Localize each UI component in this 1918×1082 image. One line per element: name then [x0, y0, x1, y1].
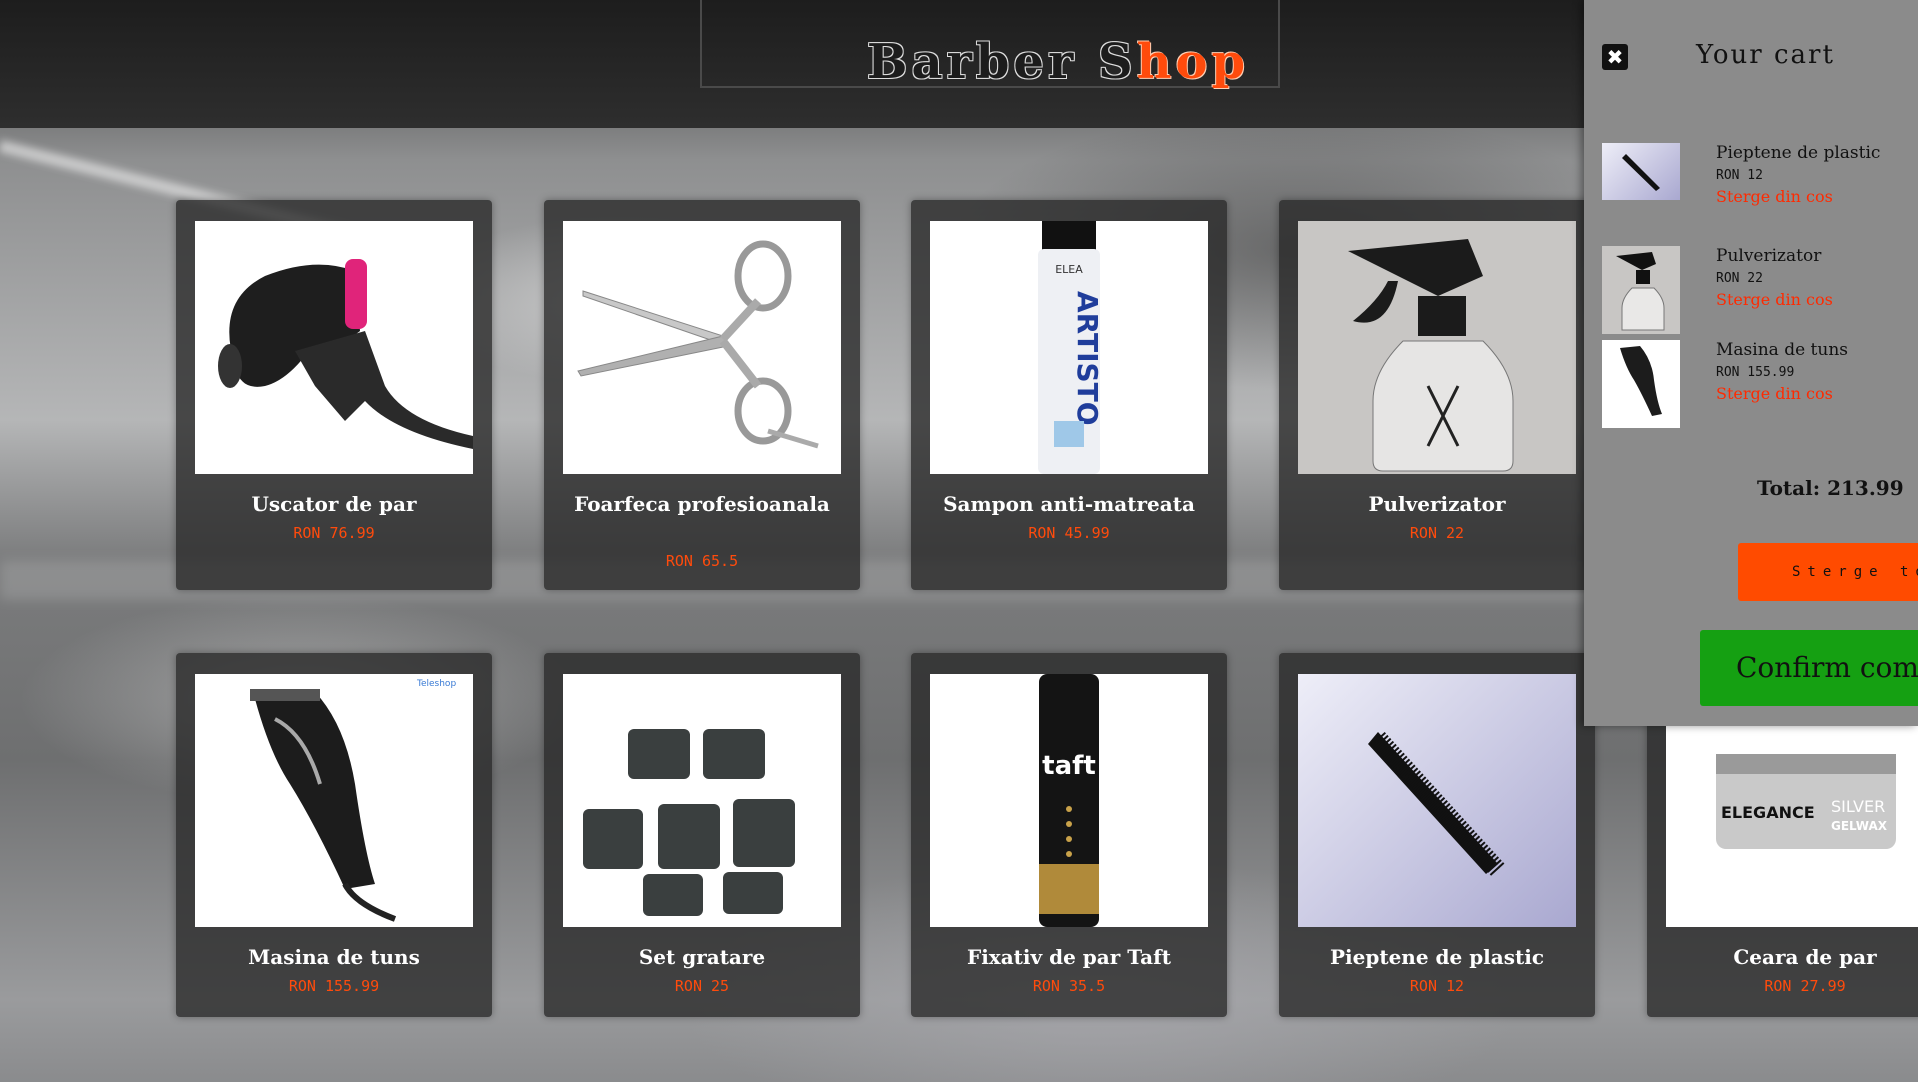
svg-text:GELWAX: GELWAX: [1831, 819, 1888, 833]
product-image-plastic-comb: [1298, 674, 1576, 927]
product-image-scissors: [563, 221, 841, 474]
cart-item: Pieptene de plastic RON 12 Sterge din co…: [1602, 143, 1918, 233]
svg-text:ELEA: ELEA: [1055, 263, 1083, 276]
svg-text:Teleshop: Teleshop: [416, 679, 456, 689]
clear-cart-button[interactable]: Sterge tot: [1738, 543, 1918, 601]
product-image-clipper-guards: [563, 674, 841, 927]
product-price: RON 155.99: [288, 977, 380, 995]
product-price: RON 45.99: [1028, 524, 1110, 542]
cart-item-price: RON 22: [1716, 271, 1763, 286]
cart-item-thumbnail: [1602, 143, 1680, 200]
cart-item-price: RON 12: [1716, 168, 1763, 183]
cart-item: Pulverizator RON 22 Sterge din cos: [1602, 246, 1918, 336]
close-icon[interactable]: ✖: [1602, 44, 1628, 70]
cart-item-thumbnail: [1602, 340, 1680, 428]
product-price: RON 76.99: [293, 524, 375, 542]
product-name: Ceara de par: [1733, 945, 1877, 969]
remove-from-cart-link[interactable]: Sterge din cos: [1716, 187, 1833, 206]
confirm-order-button[interactable]: Confirm comanda: [1700, 630, 1918, 706]
product-card[interactable]: taft Fixativ de par Taft RON 35.5: [911, 653, 1227, 1017]
remove-from-cart-link[interactable]: Sterge din cos: [1716, 290, 1833, 309]
product-card[interactable]: Pulverizator RON 22: [1279, 200, 1595, 590]
logo-text-part1: Barber S: [866, 34, 1137, 90]
product-image-hair-spray: taft: [930, 674, 1208, 927]
product-name: Masina de tuns: [248, 945, 420, 969]
logo-text-part2: hop: [1136, 34, 1250, 90]
product-card[interactable]: Teleshop Masina de tuns RON 155.99: [176, 653, 492, 1017]
remove-from-cart-link[interactable]: Sterge din cos: [1716, 384, 1833, 403]
product-name: Sampon anti-matreata: [943, 492, 1195, 516]
product-image-hair-dryer: [195, 221, 473, 474]
product-card[interactable]: Set gratare RON 25: [544, 653, 860, 1017]
svg-text:SILVER: SILVER: [1831, 797, 1885, 816]
cart-total: Total: 213.99: [1757, 476, 1904, 500]
cart-item-price: RON 155.99: [1716, 365, 1795, 380]
cart-item-name: Pulverizator: [1716, 246, 1822, 266]
cart-panel: ✖ Your cart Pieptene de plastic RON 12 S…: [1584, 0, 1918, 726]
product-image-spray-bottle: [1298, 221, 1576, 474]
product-image-shampoo: ELEA ARTISTO: [930, 221, 1208, 474]
product-price: RON 35.5: [1032, 977, 1106, 995]
product-price: RON 12: [1409, 977, 1465, 995]
cart-item: Masina de tuns RON 155.99 Sterge din cos: [1602, 340, 1918, 430]
product-card[interactable]: Pieptene de plastic RON 12: [1279, 653, 1595, 1017]
product-card[interactable]: Uscator de par RON 76.99: [176, 200, 492, 590]
product-name: Pulverizator: [1368, 492, 1506, 516]
product-price: RON 22: [1409, 524, 1465, 542]
product-name: Pieptene de plastic: [1329, 945, 1545, 969]
product-card[interactable]: Foarfeca profesioanala RON 65.5: [544, 200, 860, 590]
cart-title: Your cart: [1696, 40, 1835, 70]
product-price: RON 25: [674, 977, 730, 995]
product-price: RON 27.99: [1764, 977, 1846, 995]
cart-item-name: Pieptene de plastic: [1716, 143, 1881, 163]
cart-item-thumbnail: [1602, 246, 1680, 334]
product-card[interactable]: ELEA ARTISTO Sampon anti-matreata RON 45…: [911, 200, 1227, 590]
product-name: Set gratare: [638, 945, 766, 969]
product-price: RON 65.5: [665, 552, 739, 570]
product-name: Fixativ de par Taft: [967, 945, 1171, 969]
cart-item-name: Masina de tuns: [1716, 340, 1848, 360]
svg-text:ELEGANCE: ELEGANCE: [1721, 803, 1815, 822]
product-name: Uscator de par: [251, 492, 417, 516]
svg-text:taft: taft: [1042, 751, 1096, 781]
product-name: Foarfeca profesioanala: [574, 492, 830, 516]
svg-text:ARTISTO: ARTISTO: [1071, 291, 1104, 426]
product-image-hair-clipper: Teleshop: [195, 674, 473, 927]
